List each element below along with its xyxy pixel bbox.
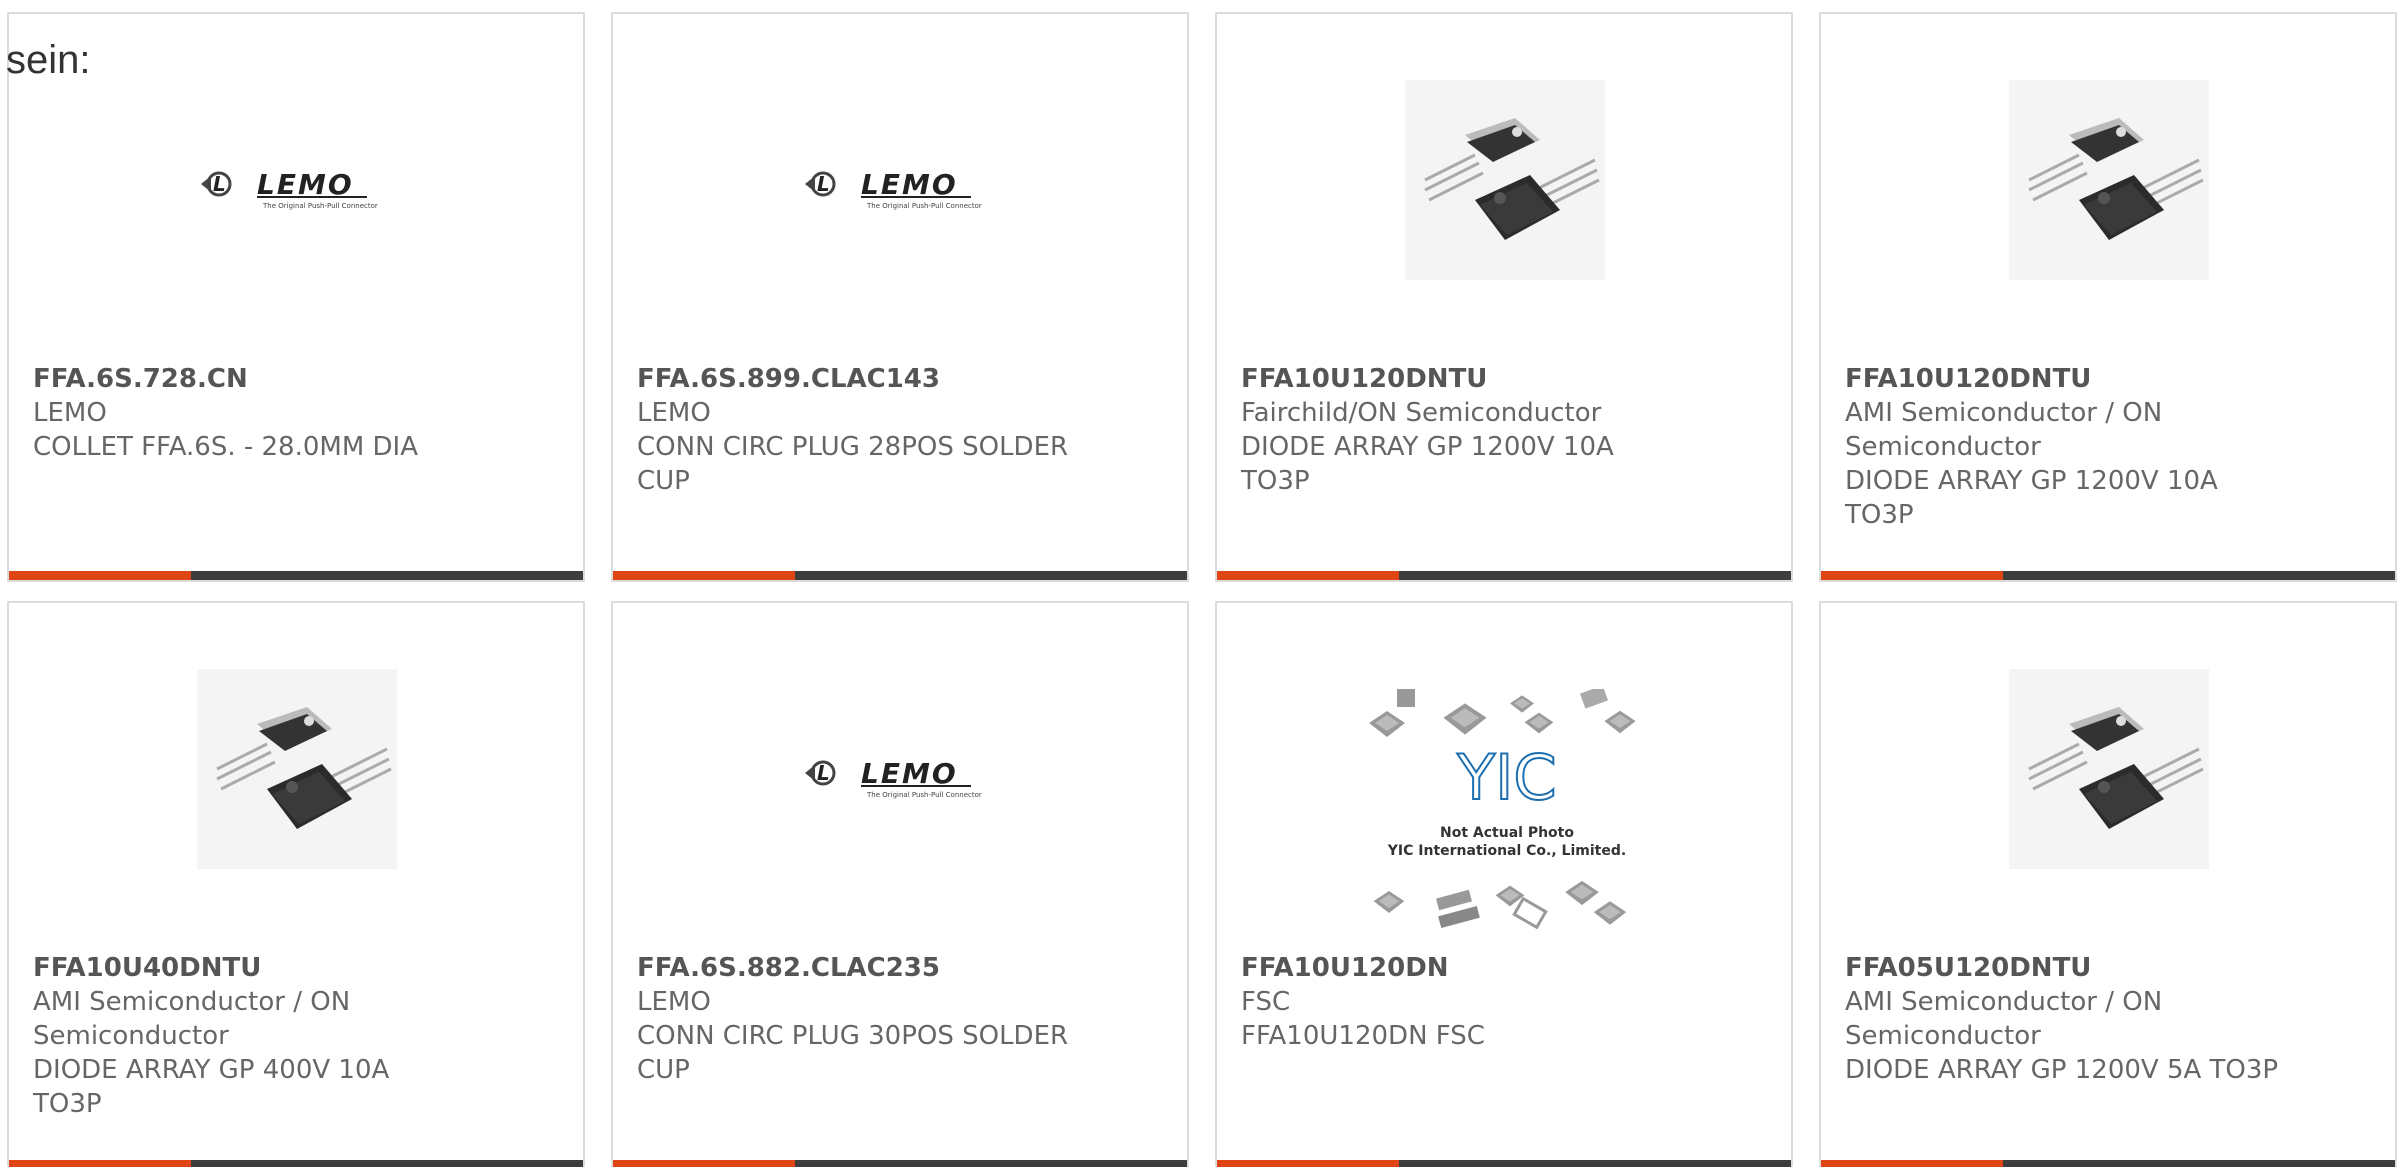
card-bar bbox=[1217, 1160, 1791, 1167]
yic-note-line2: YIC International Co., Limited. bbox=[1387, 843, 1626, 859]
manufacturer: AMI Semiconductor / ON Semiconductor bbox=[33, 987, 351, 1051]
description: CONN CIRC PLUG 28POS SOLDER CUP bbox=[637, 432, 1069, 496]
to3p-package-icon bbox=[1405, 80, 1605, 280]
product-card[interactable]: FFA.6S.728.CN LEMO COLLET FFA.6S. - 28.0… bbox=[7, 12, 585, 582]
card-bar bbox=[1217, 571, 1791, 580]
manufacturer: LEMO bbox=[637, 398, 711, 428]
product-image[interactable] bbox=[613, 603, 1187, 953]
manufacturer: AMI Semiconductor / ON Semiconductor bbox=[1845, 987, 2163, 1051]
description: CONN CIRC PLUG 30POS SOLDER CUP bbox=[637, 1021, 1069, 1085]
card-bar-accent bbox=[1217, 571, 1399, 580]
yic-placeholder-icon: YIC Not Actual Photo YIC International C… bbox=[1369, 689, 1636, 930]
product-image[interactable] bbox=[9, 603, 583, 953]
intro-text: sein: bbox=[6, 38, 91, 82]
description: DIODE ARRAY GP 1200V 10A TO3P bbox=[1845, 466, 2218, 530]
card-bar-accent bbox=[613, 1160, 795, 1167]
product-card[interactable]: FFA.6S.899.CLAC143 LEMO CONN CIRC PLUG 2… bbox=[611, 12, 1189, 582]
card-bar-accent bbox=[1821, 571, 2003, 580]
yic-logo-text: YIC bbox=[1456, 741, 1556, 814]
yic-note-line1: Not Actual Photo bbox=[1440, 825, 1574, 841]
manufacturer: Fairchild/ON Semiconductor bbox=[1241, 398, 1602, 428]
manufacturer: FSC bbox=[1241, 987, 1291, 1017]
part-number[interactable]: FFA10U120DNTU bbox=[1241, 362, 1761, 396]
lemo-logo-icon bbox=[801, 755, 1007, 801]
description: DIODE ARRAY GP 1200V 10A TO3P bbox=[1241, 432, 1614, 496]
card-bar-accent bbox=[1217, 1160, 1399, 1167]
product-card[interactable]: FFA.6S.882.CLAC235 LEMO CONN CIRC PLUG 3… bbox=[611, 601, 1189, 1167]
description: COLLET FFA.6S. - 28.0MM DIA bbox=[33, 432, 418, 462]
product-card[interactable]: FFA10U120DNTU AMI Semiconductor / ON Sem… bbox=[1819, 12, 2397, 582]
card-bar-accent bbox=[1821, 1160, 2003, 1167]
part-number[interactable]: FFA10U120DN bbox=[1241, 951, 1761, 985]
card-bar bbox=[9, 571, 583, 580]
lemo-logo-icon bbox=[801, 166, 1007, 212]
card-bar bbox=[613, 1160, 1187, 1167]
manufacturer: LEMO bbox=[33, 398, 107, 428]
product-card[interactable]: FFA10U120DNTU Fairchild/ON Semiconductor… bbox=[1215, 12, 1793, 582]
card-bar bbox=[1821, 1160, 2395, 1167]
lemo-logo-icon bbox=[197, 166, 403, 212]
card-bar-accent bbox=[9, 571, 191, 580]
card-bar bbox=[9, 1160, 583, 1167]
product-image[interactable] bbox=[1821, 14, 2395, 364]
part-number[interactable]: FFA.6S.899.CLAC143 bbox=[637, 362, 1157, 396]
part-number[interactable]: FFA.6S.728.CN bbox=[33, 362, 553, 396]
part-number[interactable]: FFA10U40DNTU bbox=[33, 951, 553, 985]
to3p-package-icon bbox=[197, 669, 397, 869]
part-number[interactable]: FFA05U120DNTU bbox=[1845, 951, 2365, 985]
manufacturer: LEMO bbox=[637, 987, 711, 1017]
product-image[interactable] bbox=[9, 14, 583, 364]
description: FFA10U120DN FSC bbox=[1241, 1021, 1485, 1051]
card-bar-accent bbox=[9, 1160, 191, 1167]
part-number[interactable]: FFA.6S.882.CLAC235 bbox=[637, 951, 1157, 985]
part-number[interactable]: FFA10U120DNTU bbox=[1845, 362, 2365, 396]
to3p-package-icon bbox=[2009, 669, 2209, 869]
product-image[interactable] bbox=[613, 14, 1187, 364]
manufacturer: AMI Semiconductor / ON Semiconductor bbox=[1845, 398, 2163, 462]
to3p-package-icon bbox=[2009, 80, 2209, 280]
product-image[interactable] bbox=[1217, 14, 1791, 364]
card-bar bbox=[613, 571, 1187, 580]
card-bar bbox=[1821, 571, 2395, 580]
product-card[interactable]: FFA10U40DNTU AMI Semiconductor / ON Semi… bbox=[7, 601, 585, 1167]
product-grid-page: sein: FFA.6S.728.CN LEMO COLLET FFA.6S. … bbox=[0, 0, 2400, 1167]
product-image[interactable] bbox=[1821, 603, 2395, 953]
description: DIODE ARRAY GP 1200V 5A TO3P bbox=[1845, 1055, 2279, 1085]
product-image[interactable]: YIC Not Actual Photo YIC International C… bbox=[1217, 603, 1791, 953]
card-bar-accent bbox=[613, 571, 795, 580]
description: DIODE ARRAY GP 400V 10A TO3P bbox=[33, 1055, 390, 1119]
product-card[interactable]: FFA05U120DNTU AMI Semiconductor / ON Sem… bbox=[1819, 601, 2397, 1167]
product-card[interactable]: YIC Not Actual Photo YIC International C… bbox=[1215, 601, 1793, 1167]
